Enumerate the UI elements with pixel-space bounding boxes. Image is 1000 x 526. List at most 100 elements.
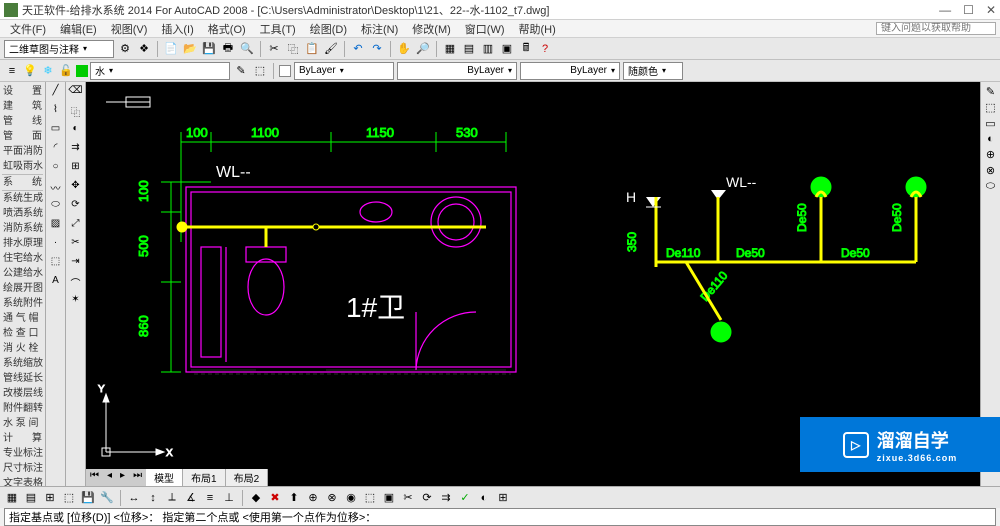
bt-icon[interactable]: ◆ xyxy=(248,490,264,506)
bt-icon[interactable]: ⬆ xyxy=(286,490,302,506)
extend-icon[interactable]: ⇥ xyxy=(68,256,84,272)
print-icon[interactable]: 🖶 xyxy=(220,41,236,57)
side-item-3[interactable]: 管面 xyxy=(2,129,43,144)
help-search-input[interactable] xyxy=(876,22,996,35)
bt-icon[interactable]: ∡ xyxy=(183,490,199,506)
offset-icon[interactable]: ⇉ xyxy=(68,142,84,158)
side-item-25[interactable]: 尺寸标注 xyxy=(2,461,43,476)
menu-tools[interactable]: 工具(T) xyxy=(254,21,302,37)
side-item-11[interactable]: 住宅给水 xyxy=(2,251,43,266)
side-item-6[interactable]: 系统 xyxy=(2,174,43,190)
layer-tool-icon[interactable]: ✎ xyxy=(233,63,249,79)
menu-file[interactable]: 文件(F) xyxy=(4,21,52,37)
lineweight-dropdown[interactable]: ByLayer xyxy=(520,62,620,80)
side-item-16[interactable]: 检 查 口 xyxy=(2,326,43,341)
new-icon[interactable]: 📄 xyxy=(163,41,179,57)
side-item-2[interactable]: 管线 xyxy=(2,114,43,129)
bt-icon[interactable]: ⟂ xyxy=(164,490,180,506)
rt-6-icon[interactable]: ⊗ xyxy=(986,164,995,177)
grid1-icon[interactable]: ▦ xyxy=(442,41,458,57)
ellipse-icon[interactable]: ⬭ xyxy=(48,199,64,215)
side-item-22[interactable]: 水 泵 间 xyxy=(2,416,43,431)
side-item-21[interactable]: 附件翻转 xyxy=(2,401,43,416)
menu-view[interactable]: 视图(V) xyxy=(105,21,154,37)
point-icon[interactable]: · xyxy=(48,237,64,253)
bt-icon[interactable]: ⇉ xyxy=(438,490,454,506)
side-item-26[interactable]: 文字表格 xyxy=(2,476,43,486)
bt-icon[interactable]: ◉ xyxy=(343,490,359,506)
linetype-dropdown[interactable]: ByLayer xyxy=(397,62,517,80)
help-icon[interactable]: ? xyxy=(537,41,553,57)
side-item-12[interactable]: 公建给水 xyxy=(2,266,43,281)
hatch-icon[interactable]: ▨ xyxy=(48,218,64,234)
color-bylayer-dropdown[interactable]: ByLayer xyxy=(294,62,394,80)
array-icon[interactable]: ⊞ xyxy=(68,161,84,177)
explode-icon[interactable]: ✶ xyxy=(68,294,84,310)
command-line[interactable]: 指定基点或 [位移(D)] <位移>： 指定第二个点或 <使用第一个点作为位移>… xyxy=(4,508,996,526)
tab-model[interactable]: 模型 xyxy=(146,469,183,486)
calc-icon[interactable]: 🖩 xyxy=(518,41,534,57)
layer-color-box[interactable] xyxy=(76,65,88,77)
bt-icon[interactable]: ⬚ xyxy=(362,490,378,506)
side-item-17[interactable]: 消 火 栓 xyxy=(2,341,43,356)
scale-icon[interactable]: ⤢ xyxy=(68,218,84,234)
close-button[interactable]: ✕ xyxy=(986,3,996,17)
undo-icon[interactable]: ↶ xyxy=(350,41,366,57)
bt-icon[interactable]: ✂ xyxy=(400,490,416,506)
zoom-icon[interactable]: 🔎 xyxy=(415,41,431,57)
line-icon[interactable]: ╱ xyxy=(48,85,64,101)
circle-icon[interactable]: ○ xyxy=(48,161,64,177)
side-item-10[interactable]: 排水原理 xyxy=(2,236,43,251)
rt-2-icon[interactable]: ⬚ xyxy=(985,101,995,114)
menu-edit[interactable]: 编辑(E) xyxy=(54,21,103,37)
bt-icon[interactable]: ⬚ xyxy=(61,490,77,506)
bt-icon[interactable]: ✖ xyxy=(267,490,283,506)
tab-prev-icon[interactable]: ◂ xyxy=(103,469,116,486)
bt-icon[interactable]: ⊗ xyxy=(324,490,340,506)
minimize-button[interactable]: — xyxy=(939,3,951,17)
copy2-icon[interactable]: ⿻ xyxy=(68,104,84,120)
layers-icon[interactable]: ❖ xyxy=(136,41,152,57)
tab-layout2[interactable]: 布局2 xyxy=(226,469,269,486)
grid3-icon[interactable]: ▥ xyxy=(480,41,496,57)
cut-icon[interactable]: ✂ xyxy=(266,41,282,57)
tab-last-icon[interactable]: ⏭ xyxy=(129,469,146,486)
rt-5-icon[interactable]: ⊕ xyxy=(986,148,995,161)
side-item-0[interactable]: 设置 xyxy=(2,84,43,99)
side-item-15[interactable]: 通 气 帽 xyxy=(2,311,43,326)
bt-icon[interactable]: ⊕ xyxy=(305,490,321,506)
side-item-9[interactable]: 消防系统 xyxy=(2,221,43,236)
layer-manager-icon[interactable]: ≡ xyxy=(4,63,20,79)
match-icon[interactable]: 🖌 xyxy=(323,41,339,57)
side-item-4[interactable]: 平面消防 xyxy=(2,144,43,159)
menu-insert[interactable]: 插入(I) xyxy=(155,21,199,37)
grid2-icon[interactable]: ▤ xyxy=(461,41,477,57)
bt-icon[interactable]: ⊞ xyxy=(495,490,511,506)
tab-first-icon[interactable]: ⏮ xyxy=(86,469,103,486)
bt-icon[interactable]: ▦ xyxy=(4,490,20,506)
side-item-19[interactable]: 管线延长 xyxy=(2,371,43,386)
gear-icon[interactable]: ⚙ xyxy=(117,41,133,57)
bt-icon[interactable]: ▤ xyxy=(23,490,39,506)
menu-help[interactable]: 帮助(H) xyxy=(513,21,562,37)
side-item-13[interactable]: 绘展开图 xyxy=(2,281,43,296)
bt-icon[interactable]: ▣ xyxy=(381,490,397,506)
side-item-18[interactable]: 系统缩放 xyxy=(2,356,43,371)
sheet-icon[interactable]: ▣ xyxy=(499,41,515,57)
color-box[interactable] xyxy=(279,65,291,77)
bt-icon[interactable]: ⊥ xyxy=(221,490,237,506)
side-item-5[interactable]: 虹吸雨水 xyxy=(2,159,43,174)
rotate-icon[interactable]: ⟳ xyxy=(68,199,84,215)
side-item-14[interactable]: 系统附件 xyxy=(2,296,43,311)
side-item-23[interactable]: 计算 xyxy=(2,431,43,446)
rect-icon[interactable]: ▭ xyxy=(48,123,64,139)
copy-icon[interactable]: ⿻ xyxy=(285,41,301,57)
bt-icon[interactable]: ◐ xyxy=(476,490,492,506)
paste-icon[interactable]: 📋 xyxy=(304,41,320,57)
rt-3-icon[interactable]: ▭ xyxy=(985,117,995,130)
maximize-button[interactable]: ☐ xyxy=(963,3,974,17)
side-item-20[interactable]: 改楼层线 xyxy=(2,386,43,401)
layer-state-icon[interactable]: ⬚ xyxy=(252,63,268,79)
bt-icon[interactable]: ✓ xyxy=(457,490,473,506)
rt-4-icon[interactable]: ◐ xyxy=(987,133,994,145)
